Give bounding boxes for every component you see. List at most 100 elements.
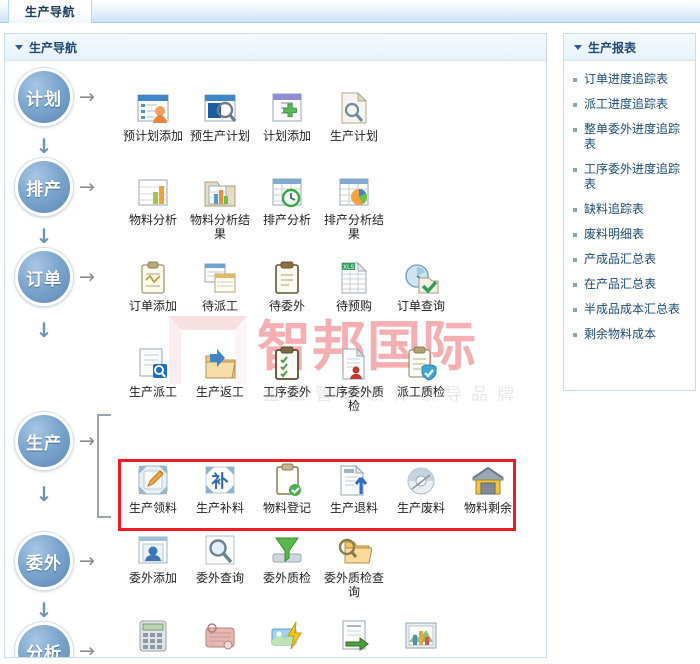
nav-item-document-person[interactable]: 工序委外质检 [321, 346, 387, 413]
side-panel-title: 生产报表 [588, 40, 637, 55]
nav-item-clipboard-brown[interactable]: 待委外 [254, 260, 320, 313]
nav-item-document-magnify[interactable]: 生产派工 [120, 346, 186, 399]
nav-item-clipboard-check[interactable]: 工序委外 [254, 346, 320, 399]
stage-outsourcing[interactable]: 委外 → [15, 532, 95, 590]
nav-item-supplement[interactable]: 补生产补料 [187, 462, 253, 515]
flow-down-arrow-1: ↓ [35, 134, 53, 158]
stage-plan[interactable]: 计划 → [15, 68, 95, 126]
stage-order-bubble: 订单 [15, 248, 73, 306]
nav-item-calculator[interactable]: 成本分析 [120, 618, 186, 657]
nav-item-folder-search[interactable]: 委外质检查询 [321, 532, 387, 599]
folder-arrow-icon [187, 346, 253, 382]
nav-item-document-search[interactable]: 生产计划 [321, 90, 387, 143]
bullet-icon [573, 233, 577, 237]
nav-item-green-funnel[interactable]: 委外质检 [254, 532, 320, 585]
main-panel-header[interactable]: 生产导航 [5, 34, 546, 61]
stage-order[interactable]: 订单 → [15, 248, 95, 306]
side-panel-header[interactable]: 生产报表 [564, 34, 695, 61]
main-panel-title: 生产导航 [29, 40, 78, 55]
nav-item-clipboard-wave[interactable]: 订单添加 [120, 260, 186, 313]
nav-item-label: 生产领料 [128, 501, 177, 515]
stage-outsourcing-bubble: 委外 [15, 532, 73, 590]
folder-search-icon [321, 532, 387, 568]
report-list-item-label: 半成品成本汇总表 [584, 302, 681, 316]
report-list-item[interactable]: 在产品汇总表 [564, 272, 695, 297]
nav-item-label: 生产补料 [195, 501, 244, 515]
nav-item-label: 排产分析结果 [323, 213, 384, 241]
report-arrow-icon [321, 618, 387, 654]
stage-analysis[interactable]: 分析 → [15, 622, 95, 657]
nav-item-user-card[interactable]: 委外添加 [120, 532, 186, 585]
bullet-icon [573, 258, 577, 262]
nav-item-warehouse[interactable]: 物料剩余 [455, 462, 521, 515]
bullet-icon [573, 208, 577, 212]
nav-item-label: 预计划添加 [122, 129, 183, 143]
clipboard-brown-icon [254, 260, 320, 296]
report-list-item[interactable]: 派工进度追踪表 [564, 92, 695, 117]
report-list-item-label: 派工进度追踪表 [584, 97, 669, 111]
nav-item-list-user[interactable]: 预计划添加 [120, 90, 186, 143]
nav-item-folder-chart[interactable]: 物料分析结果 [187, 174, 253, 241]
triangle-down-icon[interactable] [574, 44, 582, 50]
flow-down-arrow-4: ↓ [35, 482, 53, 506]
bullet-icon [573, 78, 577, 82]
nav-item-folder-arrow[interactable]: 生产返工 [187, 346, 253, 399]
report-list-item[interactable]: 订单进度追踪表 [564, 67, 695, 92]
bullet-icon [573, 168, 577, 172]
page-body: 生产导航 智邦国际 企业管理软件领导品牌 计划 → ↓ 排产 → ↓ 订单 → … [0, 23, 700, 664]
nav-item-table-pie[interactable]: 排产分析结果 [321, 174, 387, 241]
wallet-icon [187, 618, 253, 654]
report-list-item[interactable]: 产成品汇总表 [564, 247, 695, 272]
nav-item-label: 待派工 [201, 299, 238, 313]
document-search-icon [321, 90, 387, 126]
report-list-item-label: 剩余物料成本 [584, 327, 657, 341]
report-list-item[interactable]: 半成品成本汇总表 [564, 297, 695, 322]
green-funnel-icon [254, 532, 320, 568]
nav-item-card-lightning[interactable]: 计时工资 [254, 618, 320, 657]
report-list-item[interactable]: 整单委外进度追踪表 [564, 117, 695, 157]
nav-item-clipboard-green-check[interactable]: 物料登记 [254, 462, 320, 515]
report-list-item-label: 在产品汇总表 [584, 277, 657, 291]
clipboard-wave-icon [120, 260, 186, 296]
nav-item-clock-folder[interactable]: 订单查询 [388, 260, 454, 313]
stage-outsourcing-arrow-right: → [79, 550, 95, 572]
nav-item-label: 生产报表 [321, 657, 387, 658]
nav-item-label: 生产看板 [388, 657, 454, 658]
flow-down-arrow-2: ↓ [35, 224, 53, 248]
triangle-down-icon[interactable] [15, 44, 23, 50]
nav-item-pencil-note[interactable]: 生产领料 [120, 462, 186, 515]
stage-production[interactable]: 生产 → [15, 412, 95, 470]
nav-item-label: 委外质检 [262, 571, 311, 585]
report-list-item[interactable]: 剩余物料成本 [564, 322, 695, 347]
nav-item-window-search[interactable]: 预生产计划 [187, 90, 253, 143]
excel-sheet-icon: XLS [321, 260, 387, 296]
nav-item-scrap-disc[interactable]: 生产废料 [388, 462, 454, 515]
magnifier-icon [187, 532, 253, 568]
report-list-item[interactable]: 工序委外进度追踪表 [564, 157, 695, 197]
report-list-item[interactable]: 废料明细表 [564, 222, 695, 247]
calculator-icon [120, 618, 186, 654]
nav-item-windows-stack[interactable]: 待派工 [187, 260, 253, 313]
document-up-arrow-icon [321, 462, 387, 498]
nav-item-report-arrow[interactable]: 生产报表 [321, 618, 387, 658]
tab-strip: 生产导航 [0, 0, 700, 23]
stage-schedule[interactable]: 排产 → [15, 158, 95, 216]
nav-item-document-up-arrow[interactable]: 生产退料 [321, 462, 387, 515]
document-magnify-icon [120, 346, 186, 382]
nav-item-label: 待预购 [335, 299, 372, 313]
nav-item-list-add[interactable]: 计划添加 [254, 90, 320, 143]
nav-item-magnifier[interactable]: 委外查询 [187, 532, 253, 585]
nav-item-dashboard-chart[interactable]: 生产看板 [388, 618, 454, 658]
nav-item-label: 预生产计划 [189, 129, 250, 143]
nav-item-label: 计件工资 [187, 657, 253, 658]
nav-item-clipboard-shield[interactable]: 派工质检 [388, 346, 454, 399]
stage-analysis-bubble: 分析 [15, 622, 73, 657]
nav-item-label: 物料剩余 [463, 501, 512, 515]
nav-item-table-clock[interactable]: 排产分析 [254, 174, 320, 227]
tab-production-navigation[interactable]: 生产导航 [8, 0, 93, 23]
report-list-item[interactable]: 缺料追踪表 [564, 197, 695, 222]
nav-item-excel-sheet[interactable]: XLS 待预购 [321, 260, 387, 313]
nav-item-table-chart[interactable]: 物料分析 [120, 174, 186, 227]
nav-item-wallet[interactable]: 计件工资 [187, 618, 253, 658]
flow-column: 计划 → ↓ 排产 → ↓ 订单 → ↓ 生产 → ↓ 委外 → ↓ 分析 → [5, 62, 117, 657]
